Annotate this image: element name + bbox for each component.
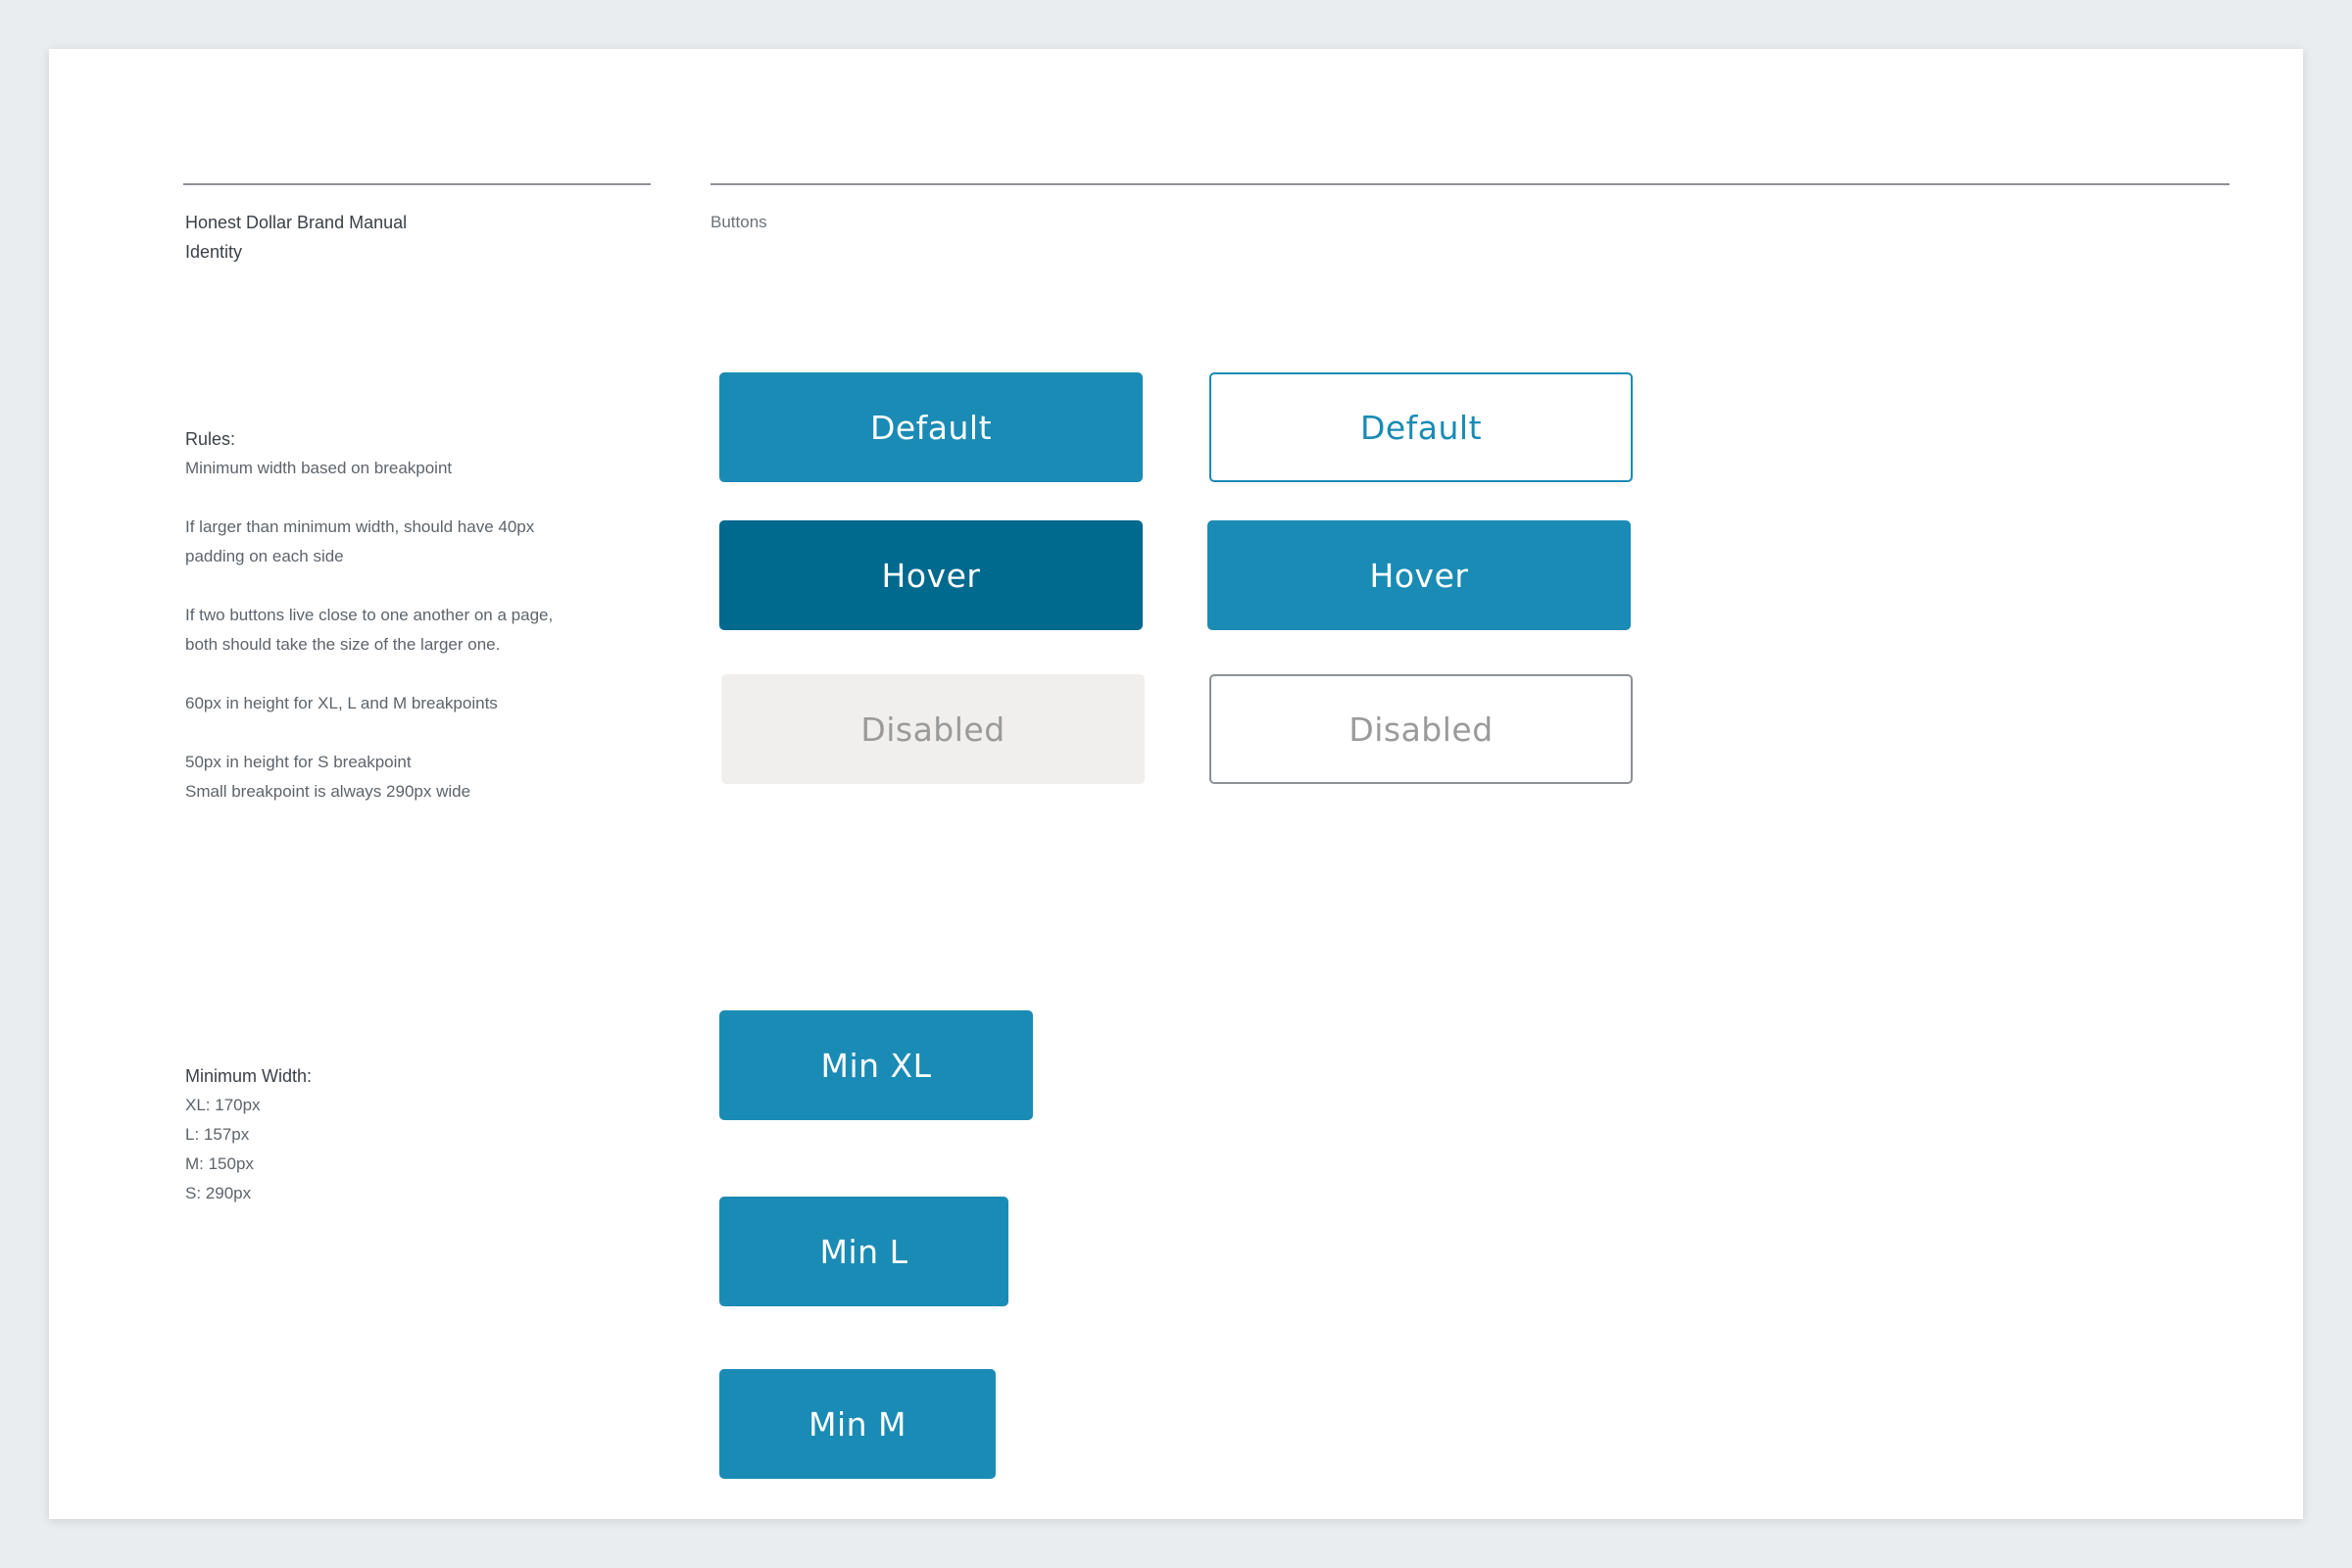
header-divider-left [183,183,651,185]
min-width-notes: Minimum Width: XL: 170px L: 157px M: 150… [185,1061,646,1208]
hover-filled-button[interactable]: Hover [719,520,1143,630]
rule-line-text: padding on each side [185,547,344,565]
rule-line-text: both should take the size of the larger … [185,635,501,654]
default-outline-button[interactable]: Default [1209,372,1633,482]
page-topic: Buttons [710,213,767,231]
rules-notes: Rules: Minimum width based on breakpoint… [185,424,646,807]
min-width-s: S: 290px [185,1184,252,1202]
min-width-m: M: 150px [185,1154,254,1173]
brand-manual-page: Honest Dollar Brand Manual Identity Butt… [49,49,2303,1519]
rule-line-text: Minimum width based on breakpoint [185,459,453,477]
header-divider-right [710,183,2230,185]
min-m-button[interactable]: Min M [719,1369,996,1479]
document-header: Honest Dollar Brand Manual Identity [185,208,407,267]
rule-line-text: If larger than minimum width, should hav… [185,517,535,536]
rule-line-text: 50px in height for S breakpoint [185,753,412,771]
rule-line-text: 60px in height for XL, L and M breakpoin… [185,694,498,712]
disabled-filled-button: Disabled [721,674,1145,784]
min-width-xl: XL: 170px [185,1096,261,1114]
section-name: Identity [185,242,243,262]
hover-outline-button[interactable]: Hover [1207,520,1631,630]
rules-title: Rules: [185,429,236,449]
manual-title: Honest Dollar Brand Manual [185,213,408,232]
min-l-button[interactable]: Min L [719,1197,1008,1306]
min-xl-button[interactable]: Min XL [719,1010,1033,1120]
disabled-outline-button: Disabled [1209,674,1633,784]
default-filled-button[interactable]: Default [719,372,1143,482]
rule-line-text: Small breakpoint is always 290px wide [185,782,471,801]
min-width-l: L: 157px [185,1125,250,1144]
min-width-title: Minimum Width: [185,1066,313,1086]
rule-line-text: If two buttons live close to one another… [185,606,554,624]
